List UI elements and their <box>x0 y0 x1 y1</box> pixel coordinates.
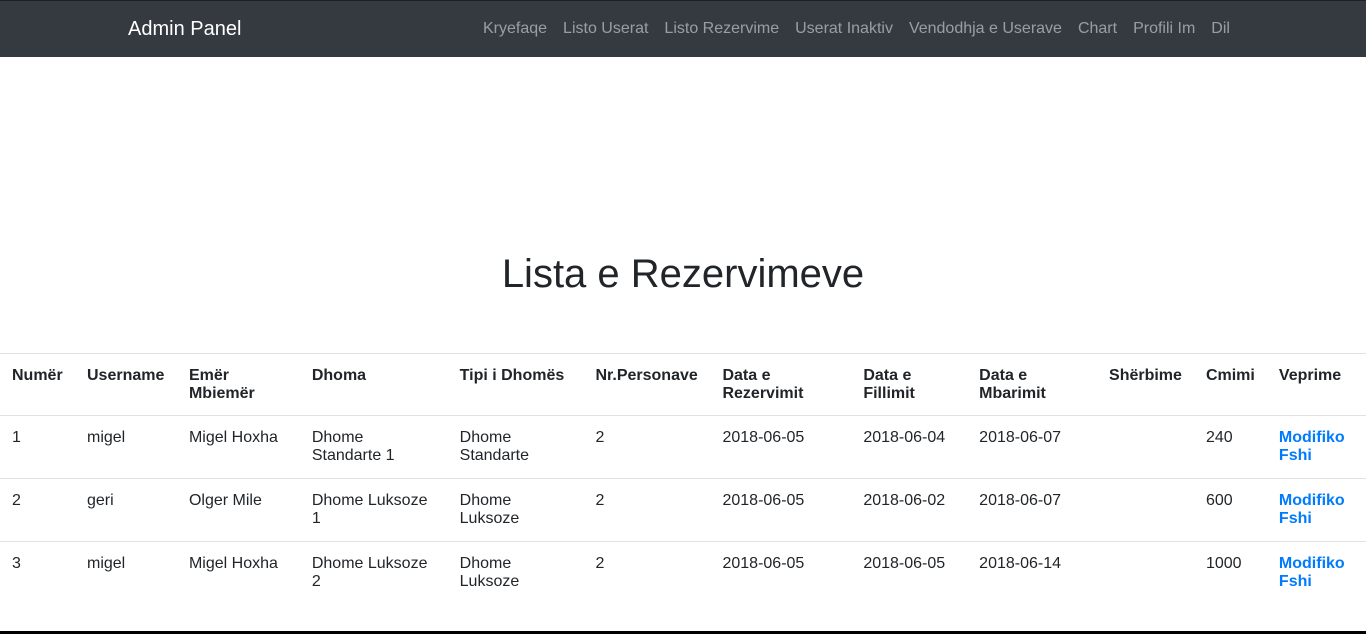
nav-item: Profili Im <box>1125 19 1203 39</box>
cell-tipi: Dhome Standarte <box>447 415 584 479</box>
table-body: 1 migel Migel Hoxha Dhome Standarte 1 Dh… <box>0 415 1366 604</box>
cell-data-fillimit: 2018-06-02 <box>851 478 968 542</box>
cell-emer: Migel Hoxha <box>176 415 300 479</box>
header-username: Username <box>74 353 177 416</box>
cell-cmimi: 1000 <box>1193 541 1267 604</box>
nav-link-userat-inaktiv[interactable]: Userat Inaktiv <box>787 19 901 39</box>
modifiko-link[interactable]: Modifiko <box>1279 492 1354 510</box>
cell-data-fillimit: 2018-06-05 <box>851 541 968 604</box>
cell-personave: 2 <box>583 541 711 604</box>
modifiko-link[interactable]: Modifiko <box>1279 429 1354 447</box>
nav-link-profili[interactable]: Profili Im <box>1125 19 1203 39</box>
nav-links: Kryefaqe Listo Userat Listo Rezervime Us… <box>475 19 1238 39</box>
nav-link-chart[interactable]: Chart <box>1070 19 1125 39</box>
table-row: 1 migel Migel Hoxha Dhome Standarte 1 Dh… <box>0 415 1366 479</box>
top-navbar: Admin Panel Kryefaqe Listo Userat Listo … <box>0 0 1366 57</box>
nav-link-kryefaqe[interactable]: Kryefaqe <box>475 19 555 39</box>
table-header: Numër Username Emër Mbiemër Dhoma Tipi i… <box>0 353 1366 416</box>
cell-data-rezervimit: 2018-06-05 <box>710 478 852 542</box>
cell-dhoma: Dhome Luksoze 2 <box>299 541 448 604</box>
nav-item: Chart <box>1070 19 1125 39</box>
cell-personave: 2 <box>583 415 711 479</box>
header-data-rezervimit: Data e Rezervimit <box>710 353 852 416</box>
page-title: Lista e Rezervimeve <box>501 252 865 296</box>
cell-username: migel <box>74 415 177 479</box>
cell-veprime: Modifiko Fshi <box>1266 478 1366 542</box>
cell-dhoma: Dhome Luksoze 1 <box>299 478 448 542</box>
cell-sherbime <box>1097 541 1194 604</box>
header-data-mbarimit: Data e Mbarimit <box>967 353 1098 416</box>
nav-item: Dil <box>1203 19 1238 39</box>
header-cmimi: Cmimi <box>1193 353 1267 416</box>
header-veprime: Veprime <box>1266 353 1366 416</box>
cell-cmimi: 600 <box>1193 478 1267 542</box>
nav-item: Listo Userat <box>555 19 656 39</box>
cell-emer: Olger Mile <box>176 478 300 542</box>
table-row: 3 migel Migel Hoxha Dhome Luksoze 2 Dhom… <box>0 541 1366 604</box>
header-emer-mbiemer: Emër Mbiemër <box>176 353 300 416</box>
cell-numer: 2 <box>0 478 75 542</box>
nav-link-listo-userat[interactable]: Listo Userat <box>555 19 656 39</box>
brand-link[interactable]: Admin Panel <box>128 16 241 42</box>
table-row: 2 geri Olger Mile Dhome Luksoze 1 Dhome … <box>0 478 1366 542</box>
cell-sherbime <box>1097 415 1194 479</box>
cell-tipi: Dhome Luksoze <box>447 478 584 542</box>
cell-dhoma: Dhome Standarte 1 <box>299 415 448 479</box>
cell-sherbime <box>1097 478 1194 542</box>
nav-link-listo-rezervime[interactable]: Listo Rezervime <box>656 19 787 39</box>
cell-username: migel <box>74 541 177 604</box>
cell-cmimi: 240 <box>1193 415 1267 479</box>
nav-item: Kryefaqe <box>475 19 555 39</box>
cell-username: geri <box>74 478 177 542</box>
header-numer: Numër <box>0 353 75 416</box>
header-dhoma: Dhoma <box>299 353 448 416</box>
reservations-table: Numër Username Emër Mbiemër Dhoma Tipi i… <box>0 353 1366 604</box>
fshi-link[interactable]: Fshi <box>1279 510 1354 528</box>
header-row: Numër Username Emër Mbiemër Dhoma Tipi i… <box>0 353 1366 416</box>
header-tipi: Tipi i Dhomës <box>447 353 584 416</box>
header-nr-personave: Nr.Personave <box>583 353 711 416</box>
nav-item: Userat Inaktiv <box>787 19 901 39</box>
cell-data-mbarimit: 2018-06-14 <box>967 541 1098 604</box>
header-data-fillimit: Data e Fillimit <box>851 353 968 416</box>
cell-data-fillimit: 2018-06-04 <box>851 415 968 479</box>
cell-veprime: Modifiko Fshi <box>1266 415 1366 479</box>
cell-tipi: Dhome Luksoze <box>447 541 584 604</box>
cell-personave: 2 <box>583 478 711 542</box>
nav-link-vendodhja[interactable]: Vendodhja e Userave <box>901 19 1070 39</box>
header-sherbime: Shërbime <box>1097 353 1194 416</box>
cell-data-rezervimit: 2018-06-05 <box>710 415 852 479</box>
cell-emer: Migel Hoxha <box>176 541 300 604</box>
modifiko-link[interactable]: Modifiko <box>1279 555 1354 573</box>
cell-data-mbarimit: 2018-06-07 <box>967 478 1098 542</box>
cell-data-rezervimit: 2018-06-05 <box>710 541 852 604</box>
nav-link-dil[interactable]: Dil <box>1203 19 1238 39</box>
nav-item: Vendodhja e Userave <box>901 19 1070 39</box>
cell-data-mbarimit: 2018-06-07 <box>967 415 1098 479</box>
fshi-link[interactable]: Fshi <box>1279 447 1354 465</box>
fshi-link[interactable]: Fshi <box>1279 573 1354 591</box>
cell-veprime: Modifiko Fshi <box>1266 541 1366 604</box>
nav-item: Listo Rezervime <box>656 19 787 39</box>
cell-numer: 3 <box>0 541 75 604</box>
cell-numer: 1 <box>0 415 75 479</box>
